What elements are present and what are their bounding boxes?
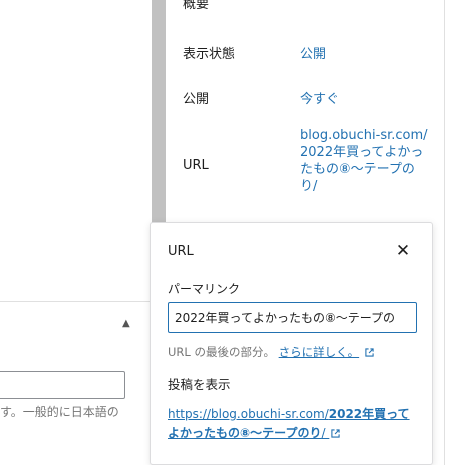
- popover-title: URL: [168, 244, 194, 259]
- collapse-arrow-icon[interactable]: ▲: [122, 318, 130, 329]
- publish-label: 公開: [183, 92, 210, 107]
- slug-help-text: URL の最後の部分。 さらに詳しく。: [168, 344, 374, 360]
- summary-panel-title[interactable]: 概要: [183, 0, 209, 12]
- url-toggle[interactable]: blog.obuchi-sr.com/2022年買ってよかったもの⑧〜テープのり…: [300, 127, 430, 195]
- sidebar-edge: [444, 0, 445, 465]
- external-link-icon: [331, 429, 340, 438]
- view-post-link[interactable]: https://blog.obuchi-sr.com/2022年買ってよかったも…: [168, 405, 413, 443]
- permalink-label: パーマリンク: [168, 282, 241, 296]
- chevron-up-icon[interactable]: ⌃: [410, 0, 423, 9]
- visibility-label: 表示状態: [183, 47, 236, 62]
- view-post-label: 投稿を表示: [168, 377, 231, 392]
- url-popover: URL ✕ パーマリンク URL の最後の部分。 さらに詳しく。 投稿を表示 h…: [150, 222, 433, 465]
- editor-text-field[interactable]: [0, 371, 125, 399]
- publish-date-toggle[interactable]: 今すぐ: [300, 88, 339, 107]
- learn-more-link[interactable]: さらに詳しく。: [279, 345, 360, 359]
- view-post-url-prefix[interactable]: https://blog.obuchi-sr.com/: [168, 407, 329, 421]
- editor-divider: [0, 301, 152, 302]
- slug-input[interactable]: [168, 302, 417, 333]
- visibility-toggle[interactable]: 公開: [300, 43, 326, 62]
- view-post-url-suffix[interactable]: /: [321, 426, 325, 440]
- editor-canvas[interactable]: [0, 0, 152, 302]
- editor-help-text: す。一般的に日本語の: [0, 405, 119, 419]
- close-icon[interactable]: ✕: [391, 239, 415, 263]
- help-prefix: URL の最後の部分。: [168, 345, 275, 359]
- scrollbar-thumb[interactable]: [152, 0, 166, 230]
- external-link-icon: [365, 348, 374, 357]
- url-label: URL: [183, 158, 209, 173]
